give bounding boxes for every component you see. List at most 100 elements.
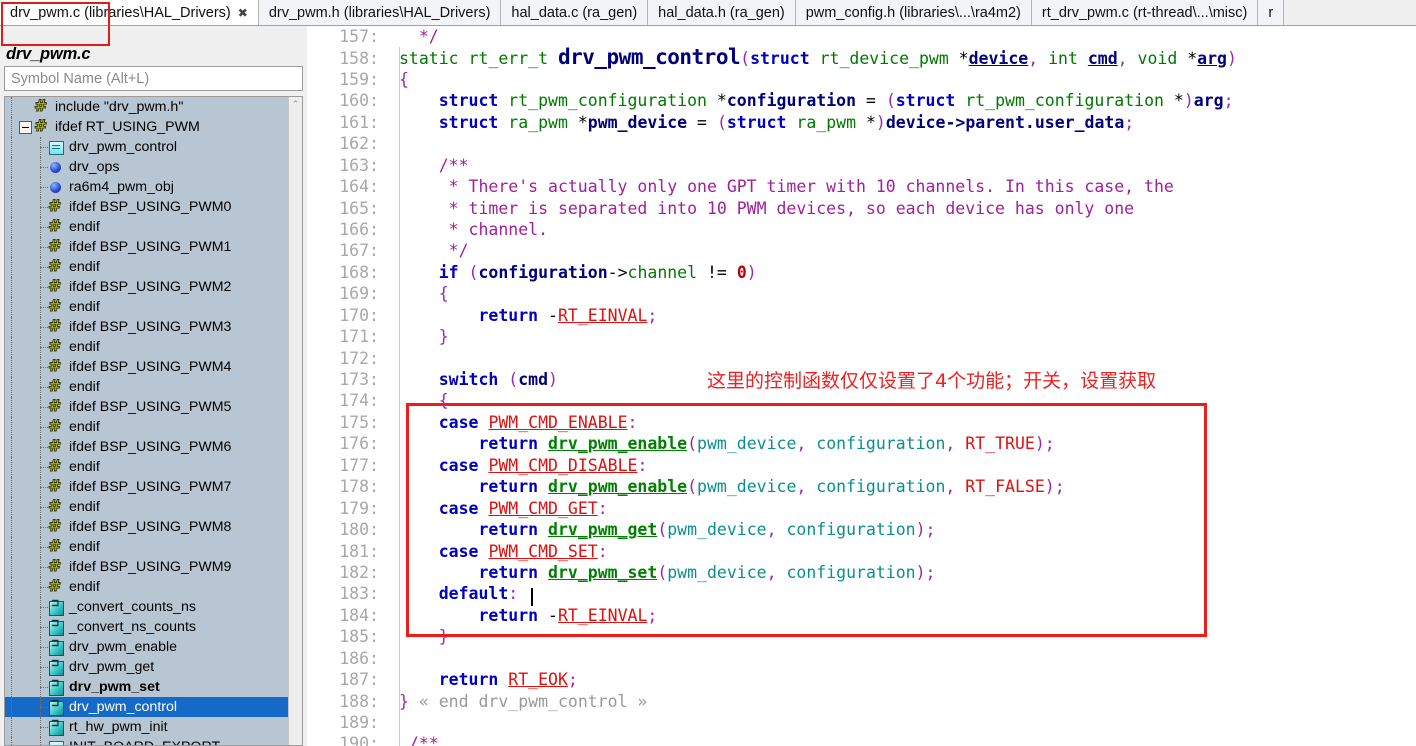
- symbol-tree-item[interactable]: _convert_counts_ns: [5, 597, 288, 617]
- symbol-tree-item[interactable]: ra6m4_pwm_obj: [5, 177, 288, 197]
- line-number: 172:: [339, 348, 379, 368]
- code-line[interactable]: 175: case PWM_CMD_ENABLE:: [315, 412, 1416, 433]
- code-line[interactable]: 184: return -RT_EINVAL;: [315, 605, 1416, 626]
- tree-collapse-icon[interactable]: [19, 120, 32, 134]
- symbol-tree-item-label: ifdef BSP_USING_PWM0: [69, 199, 232, 215]
- tree-guide: [34, 697, 48, 717]
- code-line[interactable]: 161: struct ra_pwm *pwm_device = (struct…: [315, 112, 1416, 133]
- code-line[interactable]: 180: return drv_pwm_get(pwm_device, conf…: [315, 519, 1416, 540]
- code-line[interactable]: 164: * There's actually only one GPT tim…: [315, 176, 1416, 197]
- code-line[interactable]: 167: */: [315, 240, 1416, 261]
- symbol-tree[interactable]: include "drv_pwm.h"ifdef RT_USING_PWMdrv…: [4, 96, 303, 746]
- code-line[interactable]: 165: * timer is separated into 10 PWM de…: [315, 198, 1416, 219]
- hash-icon: [48, 496, 64, 515]
- code-line[interactable]: 185: }: [315, 626, 1416, 647]
- code-line[interactable]: 162:: [315, 133, 1416, 154]
- symbol-tree-item-label: ra6m4_pwm_obj: [69, 179, 174, 195]
- symbol-tree-item[interactable]: ifdef BSP_USING_PWM1: [5, 236, 288, 257]
- code-line[interactable]: 177: case PWM_CMD_DISABLE:: [315, 455, 1416, 476]
- tree-guide: [34, 457, 48, 477]
- symbol-tree-item[interactable]: drv_pwm_set: [5, 677, 288, 697]
- code-line[interactable]: 189:: [315, 712, 1416, 733]
- symbol-search-input[interactable]: [4, 66, 303, 91]
- symbol-tree-item[interactable]: endif: [5, 376, 288, 397]
- symbol-tree-item[interactable]: drv_pwm_control: [5, 697, 288, 717]
- line-number: 173:: [339, 370, 379, 389]
- code-token: (: [657, 562, 668, 582]
- code-line[interactable]: 179: case PWM_CMD_GET:: [315, 498, 1416, 519]
- code-token: */: [399, 241, 469, 261]
- func-icon: [48, 598, 64, 616]
- code-line[interactable]: 176: return drv_pwm_enable(pwm_device, c…: [315, 433, 1416, 454]
- symbol-tree-item[interactable]: ifdef RT_USING_PWM: [5, 116, 288, 137]
- editor-tab[interactable]: pwm_config.h (libraries\...\ra4m2): [795, 0, 1032, 25]
- code-line-text: * channel.: [383, 219, 548, 240]
- editor-tab[interactable]: rt_drv_pwm.c (rt-thread\...\misc): [1031, 0, 1259, 25]
- code-line[interactable]: 159: {: [315, 69, 1416, 90]
- symbol-tree-item[interactable]: endif: [5, 576, 288, 597]
- code-line[interactable]: 166: * channel.: [315, 219, 1416, 240]
- code-line[interactable]: 187: return RT_EOK;: [315, 669, 1416, 690]
- code-line[interactable]: 163: /**: [315, 155, 1416, 176]
- symbol-tree-item[interactable]: ifdef BSP_USING_PWM8: [5, 516, 288, 537]
- code-line[interactable]: 190: /**: [315, 733, 1416, 746]
- symbol-tree-item[interactable]: ifdef BSP_USING_PWM5: [5, 396, 288, 417]
- symbol-tree-item[interactable]: drv_pwm_control: [5, 137, 288, 157]
- symbol-tree-item[interactable]: endif: [5, 496, 288, 517]
- code-line[interactable]: 188:} « end drv_pwm_control »: [315, 691, 1416, 712]
- code-line-text: return drv_pwm_get(pwm_device, configura…: [383, 519, 935, 540]
- symbol-tree-item[interactable]: endif: [5, 336, 288, 357]
- code-line[interactable]: 174: {: [315, 390, 1416, 411]
- symbol-tree-item[interactable]: _convert_ns_counts: [5, 617, 288, 637]
- scroll-up-icon[interactable]: ⌃: [289, 97, 302, 112]
- code-line[interactable]: 160: struct rt_pwm_configuration *config…: [315, 90, 1416, 111]
- code-line[interactable]: 157: */: [315, 26, 1416, 47]
- editor-tab[interactable]: hal_data.c (ra_gen): [501, 0, 649, 25]
- symbol-tree-item[interactable]: drv_pwm_get: [5, 657, 288, 677]
- hash-icon: [48, 396, 64, 415]
- code-line[interactable]: 171: }: [315, 326, 1416, 347]
- symbol-tree-item[interactable]: endif: [5, 416, 288, 437]
- symbol-tree-item[interactable]: ifdef BSP_USING_PWM3: [5, 316, 288, 337]
- editor-tab[interactable]: drv_pwm.c (libraries\HAL_Drivers) ✖: [0, 0, 259, 25]
- symbol-tree-item[interactable]: endif: [5, 536, 288, 557]
- symbol-tree-item[interactable]: ifdef BSP_USING_PWM2: [5, 276, 288, 297]
- line-number: 185:: [339, 627, 379, 647]
- editor-tab[interactable]: hal_data.h (ra_gen): [648, 0, 796, 25]
- symbol-tree-item[interactable]: endif: [5, 296, 288, 317]
- code-line[interactable]: 168: if (configuration->channel != 0): [315, 262, 1416, 283]
- symbol-tree-item[interactable]: ifdef BSP_USING_PWM4: [5, 356, 288, 377]
- editor-tab[interactable]: r: [1258, 0, 1285, 25]
- symbol-tree-item[interactable]: endif: [5, 216, 288, 237]
- code-line[interactable]: 178: return drv_pwm_enable(pwm_device, c…: [315, 476, 1416, 497]
- code-line[interactable]: 183: default:: [315, 583, 1416, 604]
- code-line[interactable]: 182: return drv_pwm_set(pwm_device, conf…: [315, 562, 1416, 583]
- symbol-tree-item[interactable]: drv_ops: [5, 157, 288, 177]
- code-line[interactable]: 158: static rt_err_t drv_pwm_control(stru…: [315, 47, 1416, 69]
- symbol-tree-item[interactable]: ifdef BSP_USING_PWM9: [5, 556, 288, 577]
- code-line[interactable]: 181: case PWM_CMD_SET:: [315, 541, 1416, 562]
- symbol-tree-item[interactable]: include "drv_pwm.h": [5, 97, 288, 117]
- close-icon[interactable]: ✖: [238, 7, 248, 19]
- symbol-tree-item[interactable]: drv_pwm_enable: [5, 637, 288, 657]
- code-line[interactable]: 170: return -RT_EINVAL;: [315, 305, 1416, 326]
- symbol-tree-item[interactable]: ifdef BSP_USING_PWM0: [5, 196, 288, 217]
- editor-tab[interactable]: drv_pwm.h (libraries\HAL_Drivers): [258, 0, 502, 25]
- tree-guide: [5, 197, 19, 217]
- func-icon: [48, 618, 64, 636]
- symbol-tree-item[interactable]: endif: [5, 256, 288, 277]
- symbol-tree-item[interactable]: INIT_BOARD_EXPORT: [5, 737, 288, 745]
- tree-guide: [34, 197, 48, 217]
- code-line[interactable]: 169: {: [315, 283, 1416, 304]
- symbol-tree-item[interactable]: rt_hw_pwm_init: [5, 717, 288, 737]
- symbol-tree-item[interactable]: ifdef BSP_USING_PWM6: [5, 436, 288, 457]
- code-token: cmd: [518, 370, 549, 389]
- symbol-tree-item[interactable]: endif: [5, 456, 288, 477]
- code-line[interactable]: 186:: [315, 648, 1416, 669]
- tree-guide: [5, 117, 19, 137]
- symbol-tree-item[interactable]: ifdef BSP_USING_PWM7: [5, 476, 288, 497]
- symbol-tree-scrollbar[interactable]: ⌃: [288, 97, 302, 745]
